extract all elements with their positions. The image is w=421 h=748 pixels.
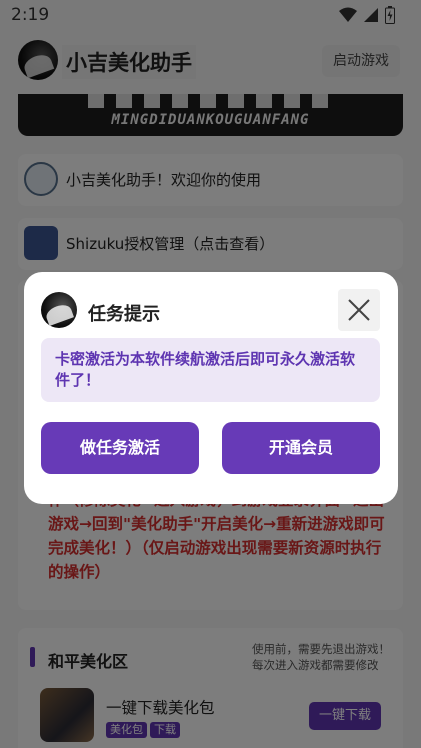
dialog-title: 任务提示 [88, 304, 160, 325]
app-screen: 2:19 小吉美化助手 启动游戏 MINGDIDUANKOUGUANFANG 小… [0, 0, 421, 748]
close-button[interactable] [338, 289, 380, 331]
task-prompt-dialog: 任务提示 卡密激活为本软件续航激活后即可永久激活软件了！ 做任务激活 开通会员 [24, 272, 398, 504]
task-activate-button[interactable]: 做任务激活 [41, 422, 199, 474]
close-icon [348, 299, 370, 321]
dialog-message: 卡密激活为本软件续航激活后即可永久激活软件了！ [41, 338, 380, 402]
open-vip-button[interactable]: 开通会员 [222, 422, 380, 474]
dialog-avatar [41, 292, 77, 328]
